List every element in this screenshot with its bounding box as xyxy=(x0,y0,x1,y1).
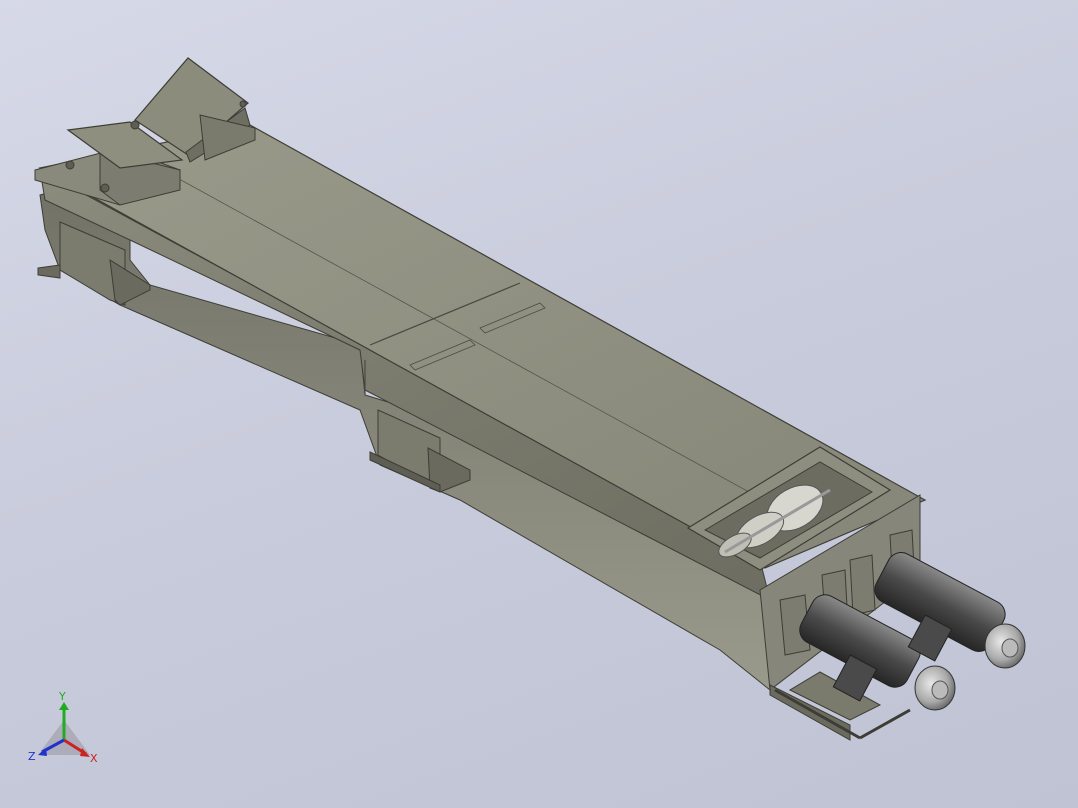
x-axis-label: X xyxy=(90,752,98,765)
y-axis-arrow-icon xyxy=(59,702,69,710)
3d-model-viewport[interactable] xyxy=(0,0,1078,808)
z-axis-label: Z xyxy=(28,750,36,763)
orientation-triad[interactable]: Y Z X xyxy=(28,690,108,770)
y-axis-label: Y xyxy=(58,690,66,703)
